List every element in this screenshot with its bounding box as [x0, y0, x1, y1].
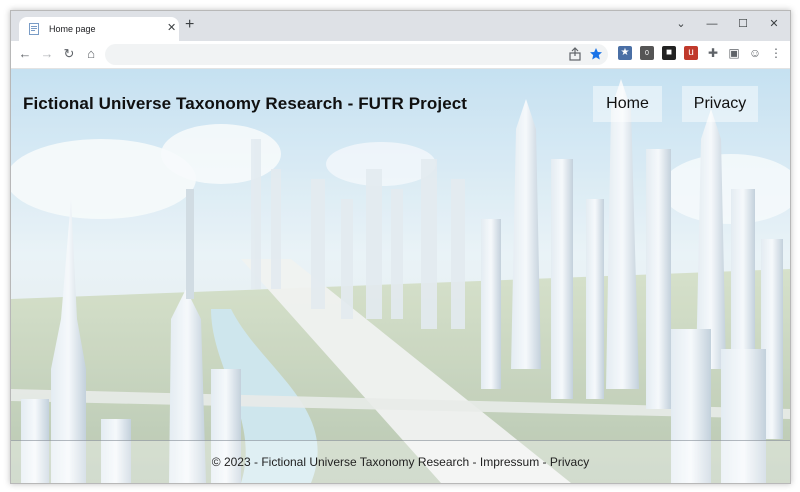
star-icon[interactable] [589, 47, 603, 61]
address-bar[interactable] [105, 44, 608, 65]
tab-title: Home page [49, 24, 96, 34]
browser-window: Home page ✕ + ⌄ — ☐ ✕ ← → ↻ ⌂ ★ 0 ■ u ✚ … [10, 10, 791, 484]
footer-copyright: © 2023 - Fictional Universe Taxonomy Res… [211, 455, 470, 469]
minimize-button[interactable]: — [700, 15, 724, 33]
ublock-icon[interactable]: u [684, 46, 698, 60]
tab-strip: Home page ✕ + ⌄ — ☐ ✕ [11, 11, 790, 41]
footer-separator: - [469, 455, 480, 469]
reload-button[interactable]: ↻ [61, 46, 77, 62]
close-tab-icon[interactable]: ✕ [167, 21, 176, 35]
maximize-button[interactable]: ☐ [731, 15, 755, 33]
profile-icon[interactable]: ☺ [748, 46, 762, 60]
extension-badge-count: 0 [645, 50, 649, 57]
site-title[interactable]: Fictional Universe Taxonomy Research - F… [23, 93, 467, 115]
page-icon [29, 23, 39, 35]
page-content: Fictional Universe Taxonomy Research - F… [11, 69, 790, 483]
footer-text: © 2023 - Fictional Universe Taxonomy Res… [11, 441, 790, 483]
nav-home-link[interactable]: Home [593, 86, 662, 122]
home-button[interactable]: ⌂ [83, 46, 99, 62]
nav-privacy-link[interactable]: Privacy [682, 86, 758, 122]
impressum-link[interactable]: Impressum [480, 455, 539, 469]
extension-icon[interactable]: ★ [618, 46, 632, 60]
share-icon[interactable] [568, 47, 582, 61]
tab-home-page[interactable]: Home page ✕ [19, 17, 179, 41]
back-button[interactable]: ← [17, 46, 33, 62]
new-tab-button[interactable]: + [185, 17, 194, 33]
browser-toolbar: ← → ↻ ⌂ ★ 0 ■ u ✚ ▣ ☺ ⋮ [11, 41, 790, 69]
puzzle-icon[interactable]: ✚ [706, 46, 720, 60]
city-background-image [11, 69, 790, 483]
menu-icon[interactable]: ⋮ [769, 46, 783, 60]
footer-privacy-link[interactable]: Privacy [550, 455, 589, 469]
extension-badge-icon[interactable]: 0 [640, 46, 654, 60]
side-panel-icon[interactable]: ▣ [727, 46, 741, 60]
site-footer: © 2023 - Fictional Universe Taxonomy Res… [11, 440, 790, 483]
chevron-down-icon[interactable]: ⌄ [669, 15, 693, 33]
forward-button[interactable]: → [39, 46, 55, 62]
close-window-button[interactable]: ✕ [762, 15, 786, 33]
extension-icon[interactable]: ■ [662, 46, 676, 60]
footer-separator: - [539, 455, 550, 469]
